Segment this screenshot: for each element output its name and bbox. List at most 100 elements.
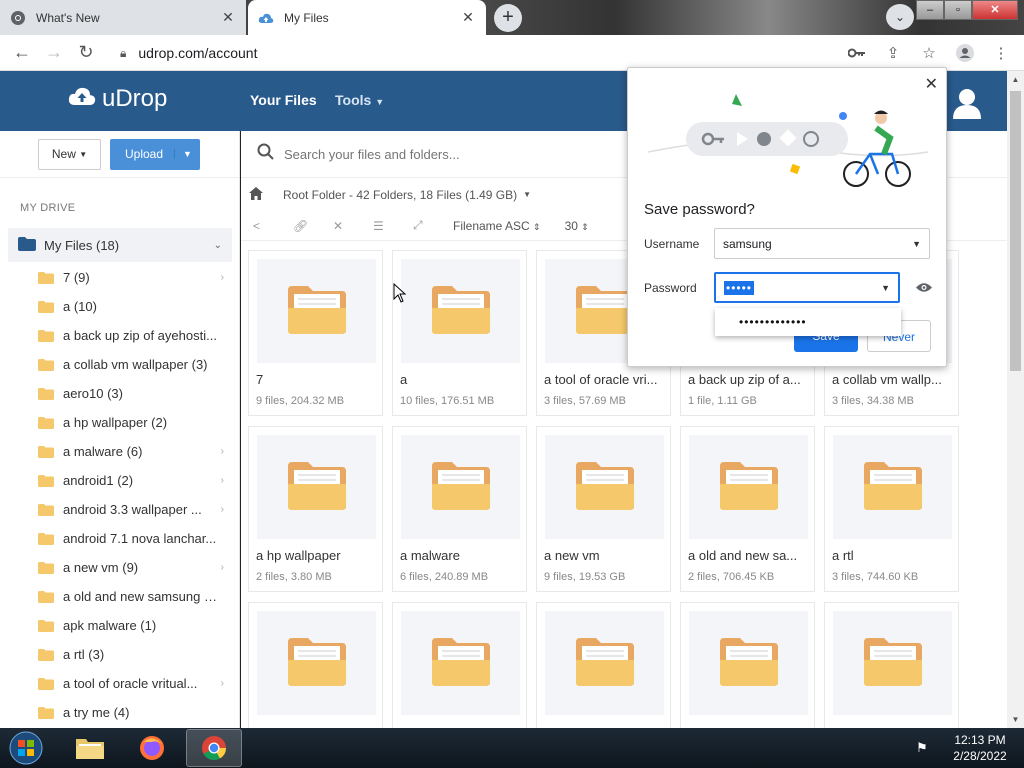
folder-icon	[719, 461, 778, 513]
network-icon[interactable]: ⚑	[916, 740, 928, 756]
share-icon[interactable]: ⇪	[878, 38, 908, 68]
upload-button[interactable]: Upload ▼	[110, 138, 200, 170]
folder-card[interactable]: a new vm 9 files, 19.53 GB	[536, 426, 671, 592]
nav-tools[interactable]: Tools ▼	[335, 92, 384, 108]
sort-arrows-icon: ⇕	[581, 221, 589, 232]
profile-icon[interactable]	[950, 38, 980, 68]
link-icon[interactable]: 🔗︎	[293, 219, 333, 233]
share-icon[interactable]: <	[253, 219, 293, 233]
password-suggestion[interactable]: •••••••••••••	[715, 308, 901, 336]
scroll-up-arrow-icon[interactable]: ▲	[1007, 71, 1024, 88]
sidebar-folder-item[interactable]: a new vm (9) ›	[0, 553, 239, 582]
maximize-button[interactable]: ▫	[944, 0, 972, 20]
address-bar[interactable]: 🔒︎ udrop.com/account	[110, 38, 850, 68]
chevron-right-icon[interactable]: ›	[221, 272, 224, 283]
list-view-icon[interactable]: ☰	[373, 219, 413, 233]
folder-icon	[38, 358, 54, 371]
chevron-right-icon[interactable]: ›	[221, 475, 224, 486]
new-tab-button[interactable]: +	[494, 4, 522, 32]
scrollbar-thumb[interactable]	[1010, 91, 1021, 371]
minimize-button[interactable]: –	[916, 0, 944, 20]
folder-card[interactable]: a rtl 3 files, 744.60 KB	[824, 426, 959, 592]
sidebar-folder-item[interactable]: a rtl (3)	[0, 640, 239, 669]
page-scrollbar[interactable]: ▲ ▼	[1007, 71, 1024, 728]
chevron-down-icon[interactable]: ⌄	[214, 240, 222, 251]
sidebar-folder-item[interactable]: a collab vm wallpaper (3)	[0, 350, 239, 379]
password-value: •••••	[724, 280, 755, 295]
sort-select[interactable]: Filename ASC ⇕	[453, 219, 541, 233]
udrop-logo[interactable]: uDrop	[68, 85, 167, 113]
caret-down-icon[interactable]: ▼	[174, 149, 200, 159]
delete-icon[interactable]: ✕	[333, 219, 373, 233]
scroll-down-arrow-icon[interactable]: ▼	[1007, 711, 1024, 728]
folder-icon	[575, 637, 634, 689]
caret-down-icon: ▼	[79, 149, 88, 159]
taskbar-clock[interactable]: 12:13 PM 2/28/2022	[944, 732, 1016, 764]
start-button[interactable]	[4, 729, 48, 767]
caret-down-icon[interactable]: ▼	[912, 239, 921, 249]
sidebar-folder-item[interactable]: android 3.3 wallpaper ... ›	[0, 495, 239, 524]
password-label: Password	[644, 281, 697, 295]
sidebar-folder-label: a back up zip of ayehosti...	[63, 328, 217, 343]
chevron-right-icon[interactable]: ›	[221, 562, 224, 573]
nav-your-files[interactable]: Your Files	[250, 92, 317, 108]
folder-card[interactable]: a 10 files, 176.51 MB	[392, 250, 527, 416]
sidebar-folder-label: a malware (6)	[63, 444, 143, 459]
sidebar-folder-item[interactable]: android1 (2) ›	[0, 466, 239, 495]
tab-my-files[interactable]: My Files ✕	[248, 0, 486, 35]
username-label: Username	[644, 237, 700, 251]
sidebar-item-my-files[interactable]: My Files (18) ⌄	[8, 228, 232, 262]
home-icon[interactable]	[249, 186, 263, 203]
window-close-button[interactable]: ✕	[972, 0, 1018, 20]
bookmark-star-icon[interactable]: ☆	[914, 38, 944, 68]
chrome-taskbar-icon[interactable]	[186, 729, 242, 767]
reload-icon[interactable]: ↻	[70, 37, 102, 69]
per-page-select[interactable]: 30 ⇕	[565, 219, 589, 233]
chevron-right-icon[interactable]: ›	[221, 446, 224, 457]
user-avatar-icon[interactable]	[950, 85, 984, 119]
tab-search-button[interactable]: ⌄	[886, 4, 914, 30]
folder-card[interactable]: a hp wallpaper 2 files, 3.80 MB	[248, 426, 383, 592]
sidebar-folder-item[interactable]: a malware (6) ›	[0, 437, 239, 466]
breadcrumb-text[interactable]: Root Folder - 42 Folders, 18 Files (1.49…	[283, 188, 517, 202]
sidebar-folder-item[interactable]: aero10 (3)	[0, 379, 239, 408]
chevron-right-icon[interactable]: ›	[221, 504, 224, 515]
sidebar-folder-item[interactable]: a (10)	[0, 292, 239, 321]
eye-icon[interactable]	[916, 280, 932, 296]
sidebar-folder-item[interactable]: android 7.1 nova lanchar...	[0, 524, 239, 553]
cloud-upload-icon	[258, 10, 274, 26]
folder-thumbnail	[401, 611, 520, 715]
tab-whats-new[interactable]: What's New ✕	[0, 0, 246, 35]
upload-button-label: Upload	[124, 147, 164, 161]
key-icon[interactable]	[842, 38, 872, 68]
search-input[interactable]	[284, 146, 584, 162]
sidebar-folder-item[interactable]: a back up zip of ayehosti...	[0, 321, 239, 350]
sidebar-folder-label: a collab vm wallpaper (3)	[63, 357, 208, 372]
close-icon[interactable]: ✕	[220, 9, 236, 26]
sidebar-folder-item[interactable]: a tool of oracle vritual... ›	[0, 669, 239, 698]
caret-down-icon[interactable]: ▼	[523, 190, 531, 199]
new-button[interactable]: New ▼	[38, 138, 101, 170]
kebab-menu-icon[interactable]: ⋮	[986, 38, 1016, 68]
password-field[interactable]: ••••• ▼	[714, 272, 900, 303]
folder-card[interactable]: a malware 6 files, 240.89 MB	[392, 426, 527, 592]
folder-card[interactable]: 7 9 files, 204.32 MB	[248, 250, 383, 416]
folder-icon	[38, 706, 54, 719]
sidebar-folder-item[interactable]: apk malware (1)	[0, 611, 239, 640]
sidebar-folder-item[interactable]: a hp wallpaper (2)	[0, 408, 239, 437]
chevron-right-icon[interactable]: ›	[221, 678, 224, 689]
fullscreen-icon[interactable]: ⤢	[413, 218, 453, 233]
back-arrow-icon[interactable]: ←	[6, 37, 38, 69]
sidebar-folder-item[interactable]: 7 (9) ›	[0, 263, 239, 292]
file-explorer-icon[interactable]	[62, 729, 118, 767]
folder-card[interactable]: a old and new sa... 2 files, 706.45 KB	[680, 426, 815, 592]
caret-down-icon[interactable]: ▼	[881, 283, 890, 293]
folder-icon	[38, 648, 54, 661]
forward-arrow-icon[interactable]: →	[38, 37, 70, 69]
firefox-icon[interactable]	[124, 729, 180, 767]
sidebar-folder-item[interactable]: a old and new samsung d...	[0, 582, 239, 611]
folder-icon	[38, 416, 54, 429]
close-icon[interactable]: ✕	[460, 9, 476, 26]
username-field[interactable]: samsung ▼	[714, 228, 930, 259]
sidebar-folder-item[interactable]: a try me (4)	[0, 698, 239, 727]
